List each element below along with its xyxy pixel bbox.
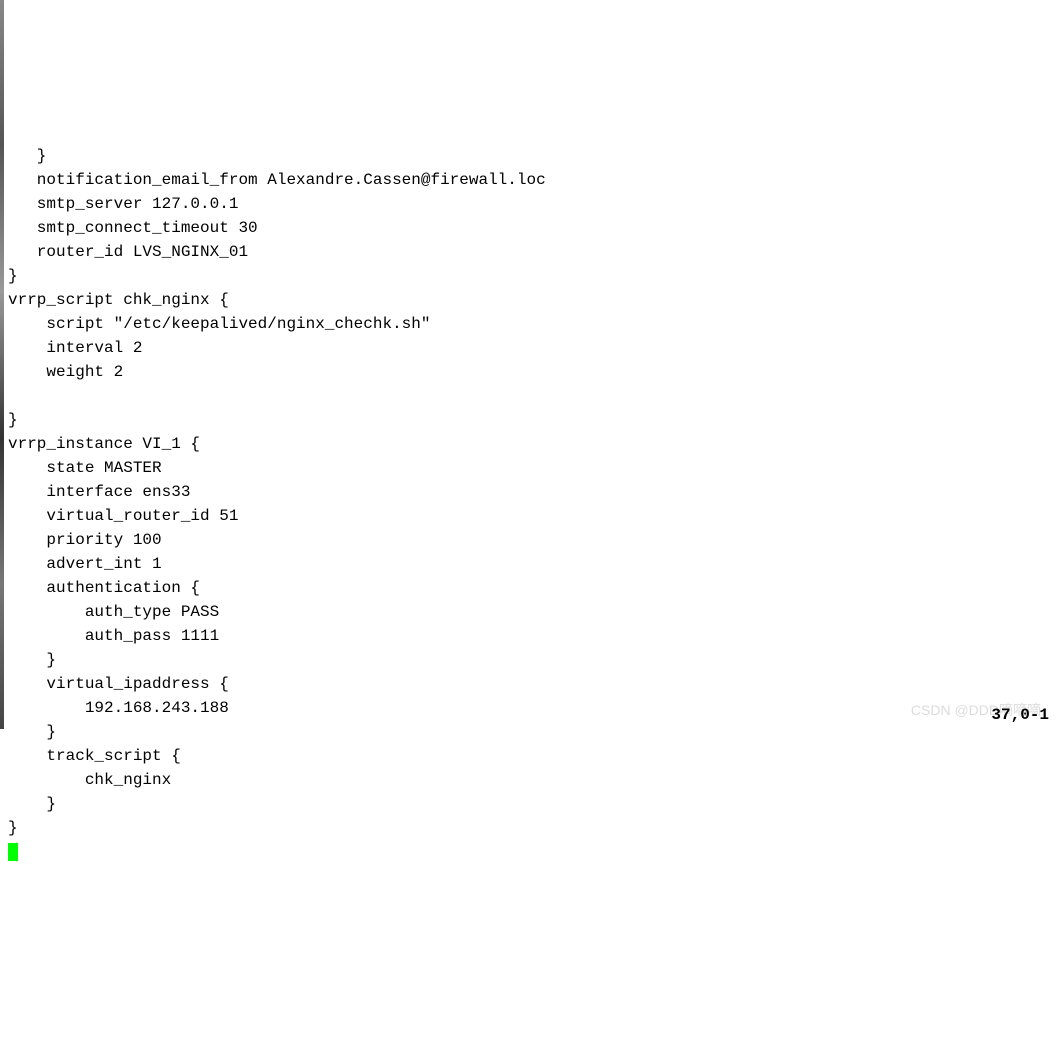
config-line: virtual_router_id 51 xyxy=(8,504,1053,528)
config-line: } xyxy=(8,144,1053,168)
config-line: notification_email_from Alexandre.Cassen… xyxy=(8,168,1053,192)
cursor-position-status: 37,0-1 xyxy=(991,703,1049,727)
config-line: vrrp_script chk_nginx { xyxy=(8,288,1053,312)
cursor-line[interactable] xyxy=(8,840,1053,864)
config-line: advert_int 1 xyxy=(8,552,1053,576)
config-line: state MASTER xyxy=(8,456,1053,480)
config-line: smtp_server 127.0.0.1 xyxy=(8,192,1053,216)
config-line: } xyxy=(8,408,1053,432)
config-line: 192.168.243.188 xyxy=(8,696,1053,720)
config-line: smtp_connect_timeout 30 xyxy=(8,216,1053,240)
config-line: auth_pass 1111 xyxy=(8,624,1053,648)
config-line: router_id LVS_NGINX_01 xyxy=(8,240,1053,264)
config-line: track_script { xyxy=(8,744,1053,768)
cursor-block xyxy=(8,843,18,861)
config-line: vrrp_instance VI_1 { xyxy=(8,432,1053,456)
editor-content[interactable]: } notification_email_from Alexandre.Cass… xyxy=(8,144,1053,864)
config-line: auth_type PASS xyxy=(8,600,1053,624)
config-line: priority 100 xyxy=(8,528,1053,552)
config-line: chk_nginx xyxy=(8,768,1053,792)
config-line: } xyxy=(8,720,1053,744)
config-line xyxy=(8,384,1053,408)
config-line: authentication { xyxy=(8,576,1053,600)
config-line: weight 2 xyxy=(8,360,1053,384)
config-line: script "/etc/keepalived/nginx_chechk.sh" xyxy=(8,312,1053,336)
config-line: } xyxy=(8,264,1053,288)
left-edge-strip xyxy=(0,0,4,729)
config-line: interface ens33 xyxy=(8,480,1053,504)
config-line: interval 2 xyxy=(8,336,1053,360)
config-line: } xyxy=(8,648,1053,672)
config-line: } xyxy=(8,792,1053,816)
config-line: } xyxy=(8,816,1053,840)
config-line: virtual_ipaddress { xyxy=(8,672,1053,696)
